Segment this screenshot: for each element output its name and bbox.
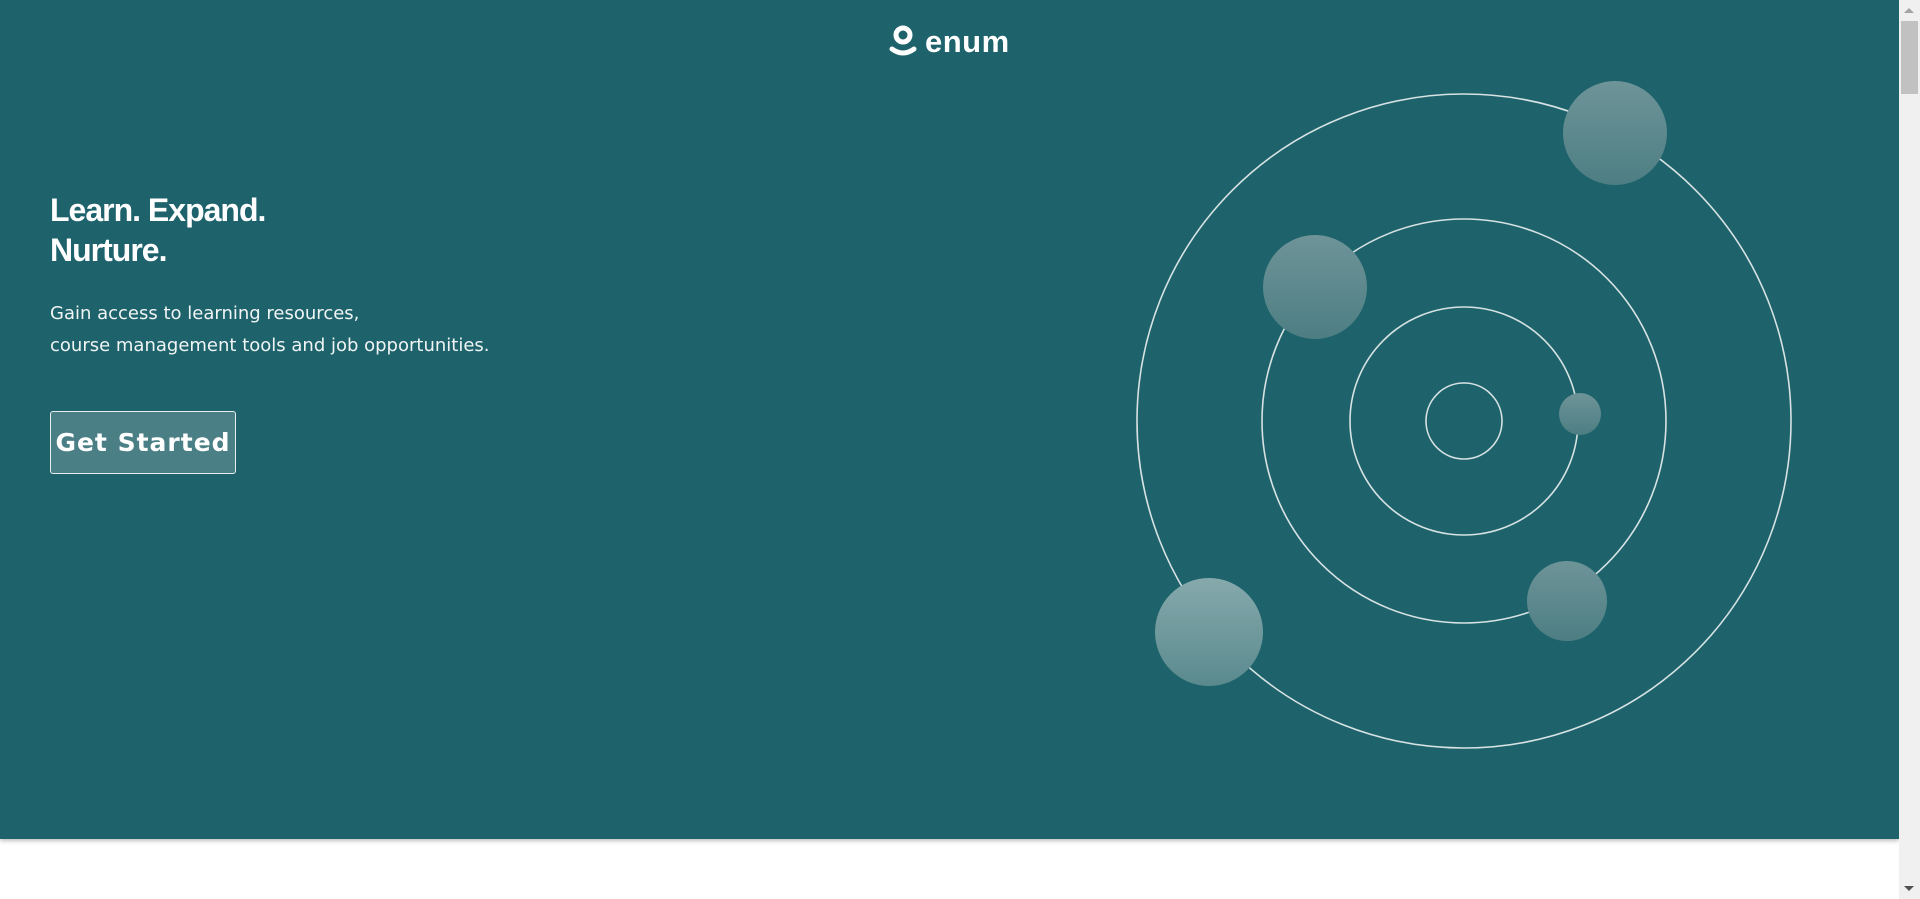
planet [1155,578,1263,686]
orbit-ring [1349,306,1579,536]
scroll-down-arrow-icon[interactable] [1904,886,1914,891]
planet [1527,561,1607,641]
planet [1563,81,1667,185]
orbit-ring [1425,382,1503,460]
planet [1263,235,1367,339]
orbit-illustration [1136,81,1792,749]
scrollbar-thumb[interactable] [1901,21,1918,94]
scroll-up-arrow-icon[interactable] [1904,8,1914,13]
vertical-scrollbar[interactable] [1899,0,1920,899]
planet [1559,393,1601,435]
hero-section: enum Learn. Expand. Nurture. Gain access… [0,0,1899,839]
